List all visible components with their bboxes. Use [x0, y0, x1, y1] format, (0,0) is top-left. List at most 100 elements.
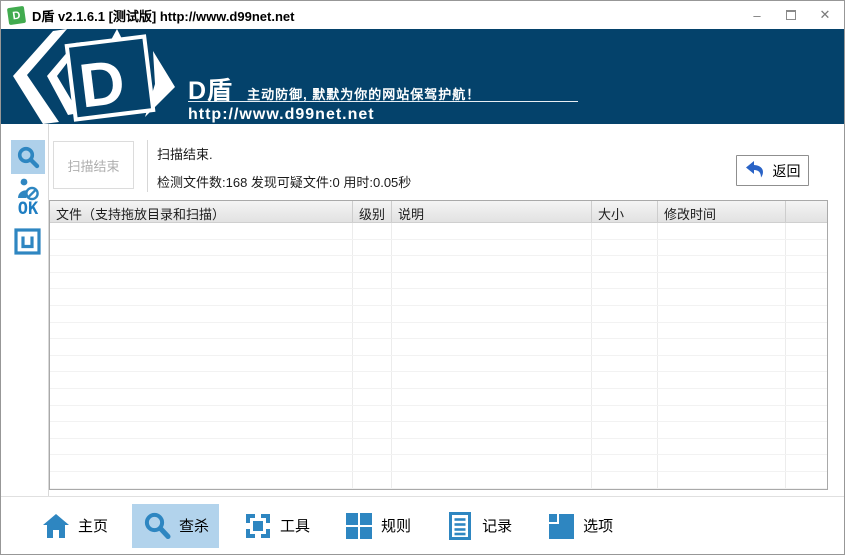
toolbar-item-1[interactable]: 主页: [31, 504, 118, 548]
toolbar-item-4[interactable]: 规则: [334, 504, 421, 548]
table-cell: [786, 256, 827, 272]
table-cell: [658, 355, 786, 372]
table-cell: [50, 223, 353, 239]
table-row[interactable]: [50, 405, 827, 423]
table-cell: [592, 339, 658, 355]
table-cell: [353, 322, 392, 339]
minimize-button[interactable]: –: [748, 6, 766, 24]
dshield-logo-icon: D: [13, 29, 175, 124]
options-icon: [546, 511, 576, 541]
toolbar-item-5[interactable]: 记录: [435, 504, 522, 548]
table-row[interactable]: [50, 272, 827, 290]
column-header-1[interactable]: 文件（支持拖放目录和扫描）: [50, 201, 353, 222]
table-row[interactable]: [50, 289, 827, 306]
table-cell: [658, 322, 786, 339]
table-cell: [786, 455, 827, 471]
table-cell: [50, 239, 353, 256]
back-arrow-icon: [745, 161, 763, 178]
table-cell: [50, 422, 353, 438]
table-cell: [50, 289, 353, 305]
maximize-button[interactable]: [782, 6, 800, 24]
table-row[interactable]: [50, 223, 827, 240]
column-header-5[interactable]: 修改时间: [658, 201, 786, 222]
table-row[interactable]: [50, 438, 827, 456]
table-row[interactable]: [50, 388, 827, 406]
scan-finished-button[interactable]: 扫描结束: [53, 141, 134, 189]
table-cell: [658, 438, 786, 455]
table-cell: [658, 405, 786, 422]
scan-status-text: 扫描结束.: [157, 147, 213, 162]
table-cell: [50, 405, 353, 422]
app-window: D D盾 v2.1.6.1 [测试版] http://www.d99net.ne…: [0, 0, 845, 555]
table-cell: [658, 388, 786, 405]
table-cell: [786, 273, 827, 289]
table-cell: [592, 223, 658, 239]
toolbar-item-label: 主页: [78, 518, 109, 535]
table-row[interactable]: [50, 422, 827, 439]
table-cell: [353, 455, 392, 471]
table-cell: [658, 422, 786, 438]
table-cell: [50, 322, 353, 339]
toolbar-item-2[interactable]: 查杀: [132, 503, 220, 548]
app-icon: D: [6, 5, 27, 25]
toolbar-item-6[interactable]: 选项: [536, 504, 623, 548]
table-cell: [658, 256, 786, 272]
table-row[interactable]: [50, 471, 827, 489]
sidebar-item-ok[interactable]: OK: [13, 198, 43, 220]
table-row[interactable]: [50, 355, 827, 373]
table-cell: [50, 355, 353, 372]
table-cell: [353, 239, 392, 256]
sidebar-item-stop[interactable]: [14, 228, 41, 255]
table-cell: [50, 305, 353, 322]
table-cell: [392, 305, 592, 322]
table-row[interactable]: [50, 305, 827, 323]
panel-divider: [147, 140, 148, 192]
table-row[interactable]: [50, 256, 827, 273]
table-cell: [392, 455, 592, 471]
table-cell: [786, 306, 827, 322]
banner-divider: [188, 101, 578, 102]
table-cell: [658, 239, 786, 256]
table-cell: [353, 355, 392, 372]
table-row[interactable]: [50, 339, 827, 356]
table-row[interactable]: [50, 455, 827, 472]
column-header-4[interactable]: 大小: [592, 201, 658, 222]
table-cell: [392, 339, 592, 355]
table-cell: [592, 239, 658, 256]
table-cell: [353, 388, 392, 405]
table-cell: [392, 405, 592, 422]
table-cell: [392, 272, 592, 289]
toolbar-item-3[interactable]: 工具: [233, 504, 320, 548]
table-cell: [50, 272, 353, 289]
table-cell: [786, 389, 827, 405]
table-row[interactable]: [50, 239, 827, 257]
table-cell: [392, 438, 592, 455]
column-header-3[interactable]: 说明: [392, 201, 592, 222]
table-row[interactable]: [50, 372, 827, 389]
table-body[interactable]: [50, 223, 827, 489]
table-cell: [353, 339, 392, 355]
table-header-row: 文件（支持拖放目录和扫描） 级别 说明 大小 修改时间: [50, 201, 827, 223]
table-cell: [786, 356, 827, 372]
table-cell: [658, 471, 786, 488]
table-cell: [786, 240, 827, 256]
table-cell: [592, 355, 658, 372]
stop-icon: [14, 228, 41, 255]
table-cell: [658, 272, 786, 289]
file-table: 文件（支持拖放目录和扫描） 级别 说明 大小 修改时间: [49, 200, 828, 490]
close-button[interactable]: ✕: [816, 6, 834, 24]
back-button[interactable]: 返回: [736, 155, 809, 186]
table-cell: [50, 339, 353, 355]
table-cell: [50, 455, 353, 471]
table-cell: [392, 256, 592, 272]
svg-text:D: D: [76, 48, 129, 122]
table-cell: [658, 455, 786, 471]
table-row[interactable]: [50, 322, 827, 340]
table-cell: [353, 272, 392, 289]
column-header-6[interactable]: [786, 201, 827, 222]
table-cell: [353, 223, 392, 239]
sidebar-item-scan[interactable]: [11, 140, 45, 174]
table-cell: [592, 388, 658, 405]
table-cell: [50, 438, 353, 455]
column-header-2[interactable]: 级别: [353, 201, 392, 222]
